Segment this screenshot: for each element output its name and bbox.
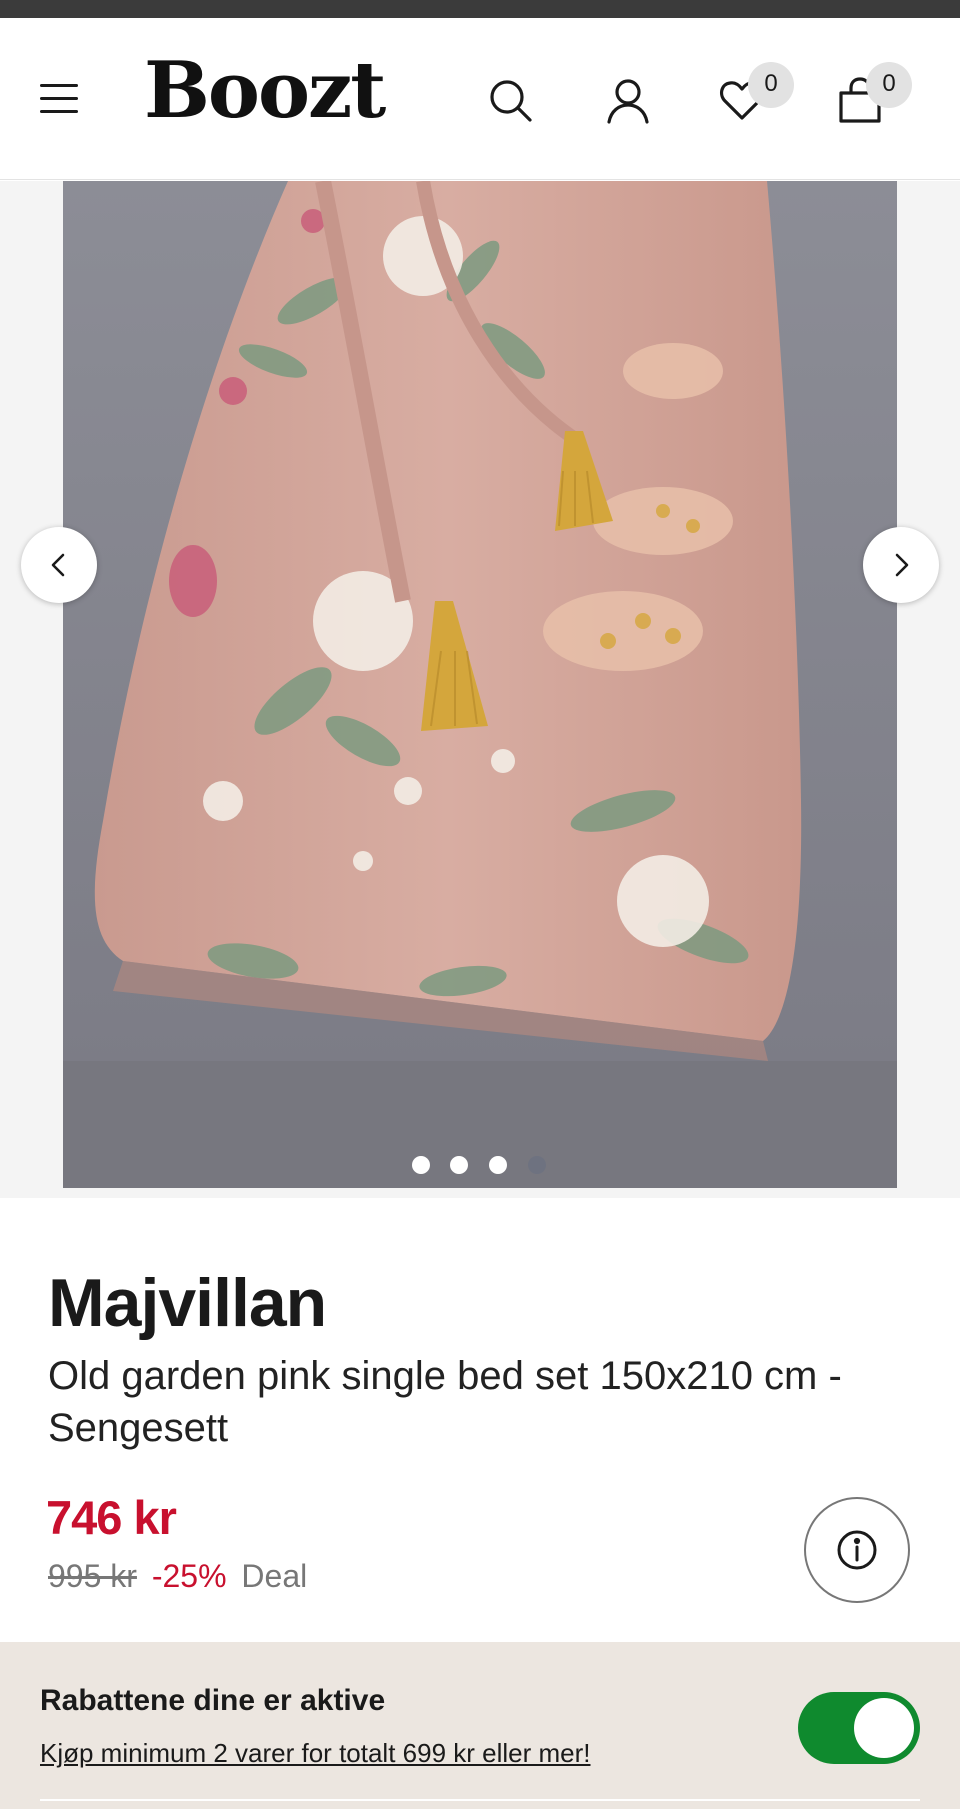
- product-image-gallery: [0, 181, 960, 1198]
- next-image-button[interactable]: [863, 527, 939, 603]
- cart-button[interactable]: 0: [836, 62, 912, 128]
- product-info: Majvillan Old garden pink single bed set…: [0, 1198, 960, 1642]
- chevron-left-icon: [51, 553, 65, 577]
- divider: [40, 1799, 920, 1801]
- price-info-button[interactable]: [804, 1497, 910, 1603]
- search-icon[interactable]: [486, 76, 538, 128]
- menu-icon[interactable]: [40, 82, 78, 116]
- product-title: Old garden pink single bed set 150x210 c…: [48, 1354, 842, 1450]
- carousel-dot[interactable]: [450, 1156, 468, 1174]
- discount-percent: -25%: [151, 1558, 227, 1594]
- wishlist-button[interactable]: 0: [718, 62, 794, 128]
- promo-terms-link[interactable]: Kjøp minimum 2 varer for totalt 699 kr e…: [40, 1738, 591, 1769]
- wishlist-count-badge: 0: [748, 62, 794, 108]
- site-header: Boozt 0 0: [0, 18, 960, 180]
- status-bar: [0, 0, 960, 18]
- info-icon: [837, 1530, 877, 1570]
- toggle-knob: [854, 1698, 914, 1758]
- carousel-dot[interactable]: [489, 1156, 507, 1174]
- product-image[interactable]: [63, 181, 897, 1188]
- price-details: 995 kr -25% Deal: [48, 1558, 307, 1595]
- brand-logo[interactable]: Boozt: [144, 52, 386, 130]
- previous-image-button[interactable]: [21, 527, 97, 603]
- chevron-right-icon: [895, 553, 909, 577]
- sale-price: 746 kr: [46, 1491, 177, 1544]
- brand-name[interactable]: Majvillan: [48, 1264, 327, 1342]
- cart-count-badge: 0: [866, 62, 912, 108]
- carousel-dot[interactable]: [412, 1156, 430, 1174]
- user-icon[interactable]: [604, 76, 656, 128]
- original-price: 995 kr: [48, 1558, 137, 1594]
- discount-toggle[interactable]: [798, 1692, 920, 1764]
- deal-label: Deal: [241, 1558, 308, 1594]
- carousel-dot-active[interactable]: [528, 1156, 546, 1174]
- discount-banner: Rabattene dine er aktive Kjøp minimum 2 …: [0, 1642, 960, 1809]
- promo-title: Rabattene dine er aktive: [40, 1684, 386, 1717]
